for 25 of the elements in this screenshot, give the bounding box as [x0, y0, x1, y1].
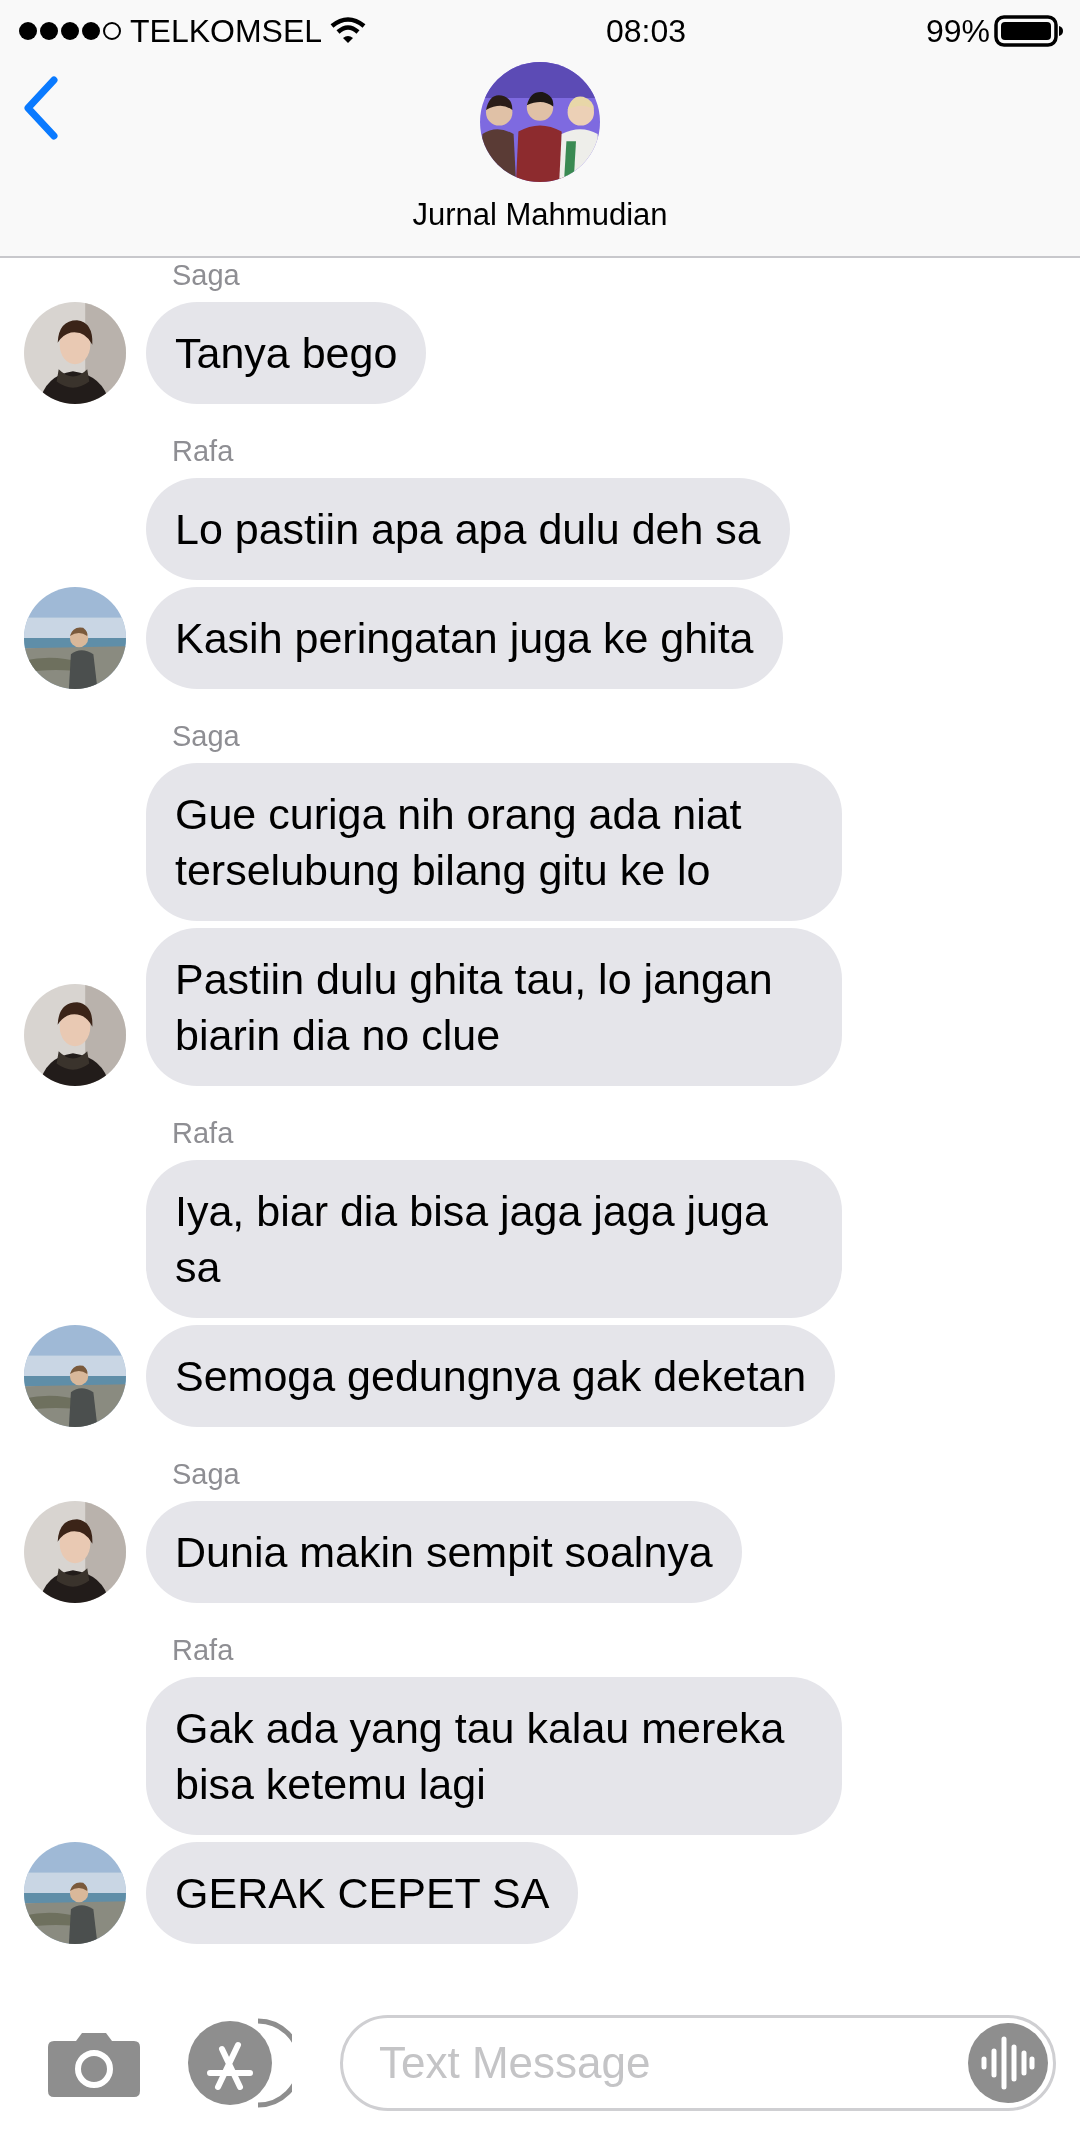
message-input-field[interactable]: Text Message [340, 2015, 1056, 2111]
message-bubble: Semoga gedungnya gak deketan [146, 1325, 836, 1427]
message-bubble: Tanya bego [146, 302, 427, 404]
sender-name: Rafa [172, 1633, 234, 1667]
sender-name: Saga [172, 719, 240, 753]
sender-name: Rafa [172, 1116, 234, 1150]
message-bubble: Lo pastiin apa apa dulu deh sa [146, 478, 790, 580]
message-bubble: Kasih peringatan juga ke ghita [146, 587, 783, 689]
sender-name: Saga [172, 1457, 240, 1491]
contact-name: Jurnal Mahmudian [412, 196, 668, 234]
sender-name: Saga [172, 258, 240, 292]
message-bubble: GERAK CEPET SA [146, 1842, 579, 1944]
message-bubble: Dunia makin sempit soalnya [146, 1501, 742, 1603]
sender-name: Rafa [172, 434, 234, 468]
battery-icon [994, 15, 1064, 47]
battery-percent: 99% [925, 12, 990, 51]
signal-icon [18, 19, 122, 43]
message-bubble: Iya, biar dia bisa jaga jaga juga sa [146, 1160, 842, 1318]
message-bubble: Pastiin dulu ghita tau, lo jangan biarin dia no clue [146, 928, 842, 1086]
message-bubble: Gue curiga nih orang ada niat terselubung bilang gitu ke lo [146, 763, 842, 921]
message-bubble: Gak ada yang tau kalau mereka bisa ketemu lagi [146, 1677, 842, 1835]
carrier-name: TELKOMSEL [130, 12, 323, 51]
clock-time: 08:03 [605, 13, 687, 49]
wifi-icon [330, 17, 367, 45]
audio-icon[interactable] [968, 2023, 1048, 2103]
